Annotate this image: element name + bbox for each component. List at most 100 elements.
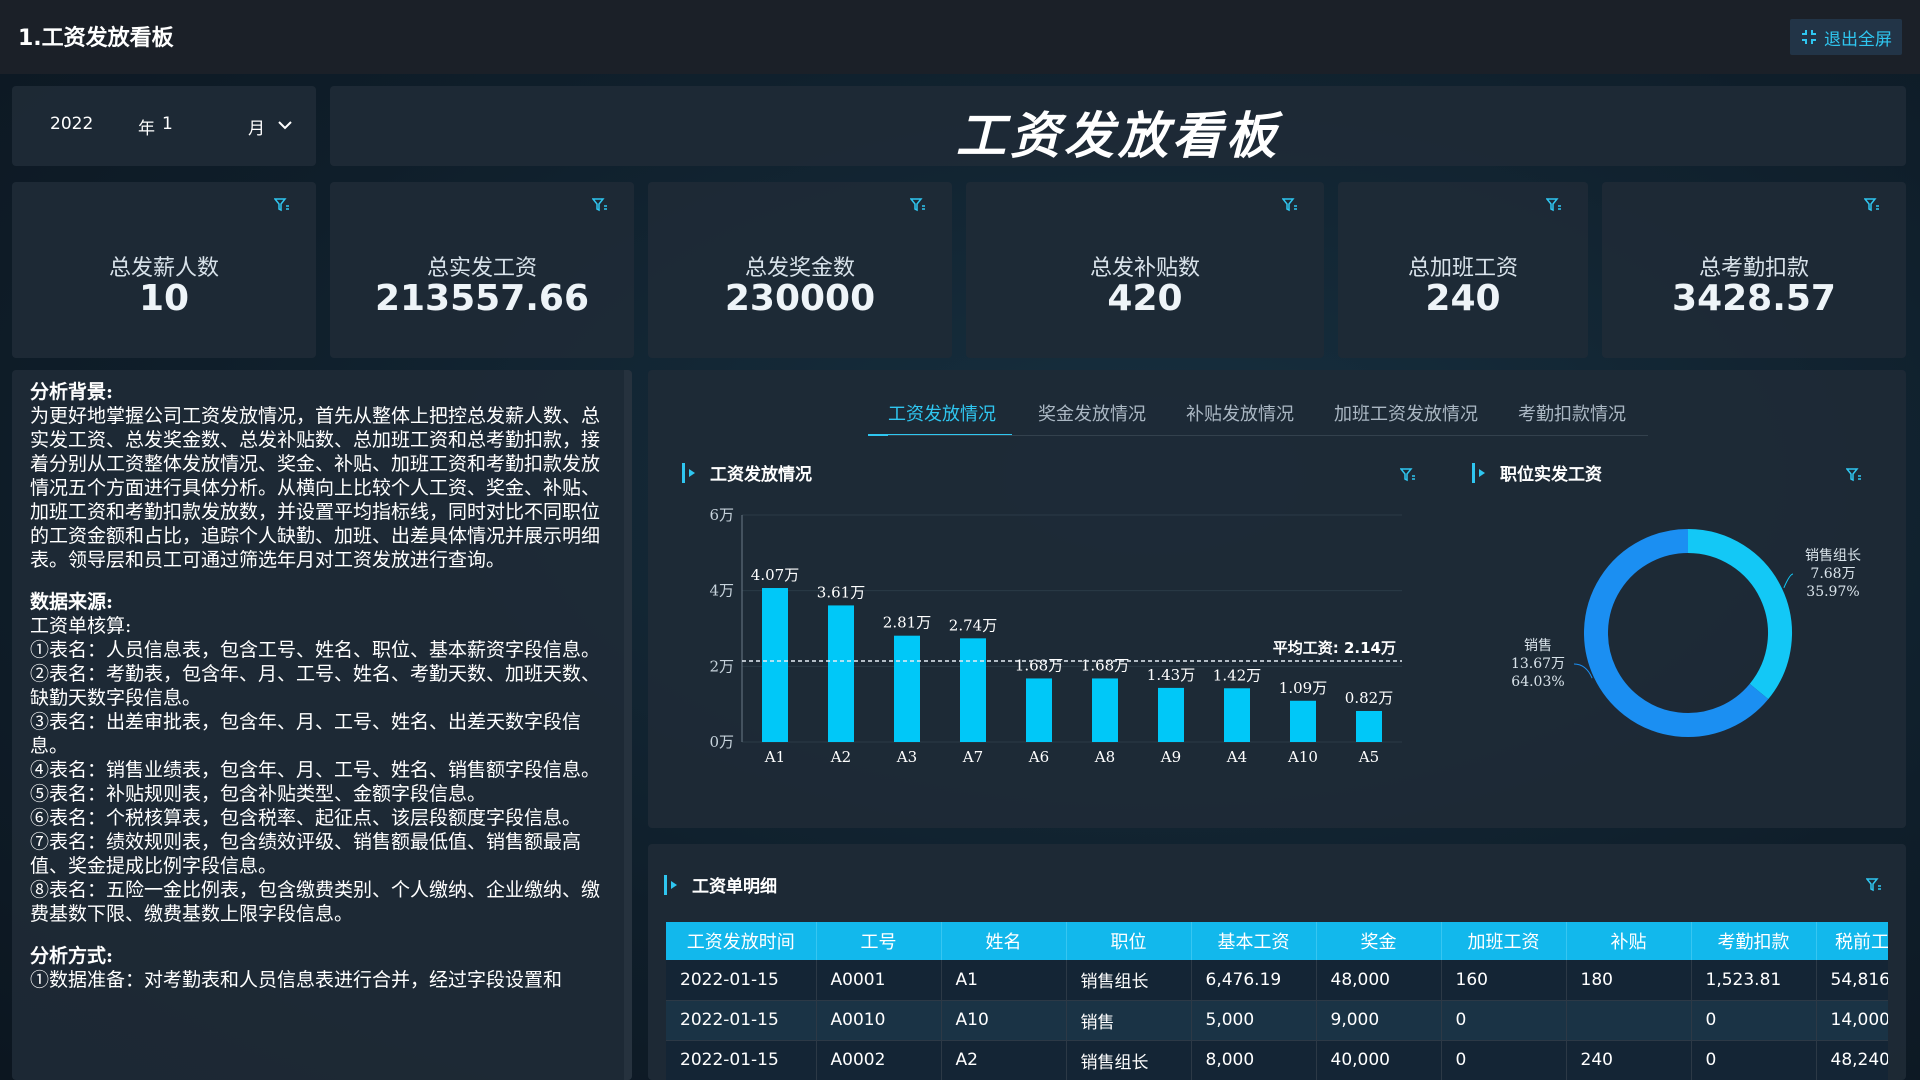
year-unit: 年	[138, 119, 155, 139]
donut-slice	[1687, 529, 1792, 700]
bar-section-header: 工资发放情况	[682, 460, 812, 485]
column-header[interactable]: 姓名	[941, 922, 1067, 960]
year-value: 2022	[50, 114, 94, 134]
banner-title: 工资发放看板	[956, 107, 1280, 165]
data-label: 2.81万	[883, 614, 931, 632]
filter-icon[interactable]	[1846, 468, 1862, 482]
month-value: 1	[162, 114, 173, 134]
bar	[894, 635, 920, 742]
date-selector[interactable]: 2022 年 1 月	[12, 86, 316, 166]
background-text: 为更好地掌握公司工资发放情况，首先从整体上把控总发薪人数、总实发工资、总发奖金数…	[30, 405, 601, 571]
position-donut-chart: 销售组长 7.68万 35.97% 销售 13.67万 64.03%	[1511, 529, 1861, 737]
month-unit: 月	[248, 119, 265, 139]
table-cell: 0	[1691, 1040, 1817, 1080]
description-panel: 分析背景: 为更好地掌握公司工资发放情况，首先从整体上把控总发薪人数、总实发工资…	[12, 370, 632, 1080]
table-row[interactable]: 2022-01-15 A0010 A10 销售 5,000 9,000 0 0 14,000	[666, 1000, 1888, 1041]
column-header[interactable]: 工号	[816, 922, 942, 960]
filter-icon[interactable]	[1400, 468, 1416, 482]
filter-icon[interactable]	[1866, 878, 1882, 892]
kpi-value: 10	[138, 278, 190, 319]
tab-0[interactable]: 工资发放情况	[888, 400, 996, 426]
data-label: 2.74万	[949, 616, 997, 634]
source-line: ④表名：销售业绩表，包含年、月、工号、姓名、销售额字段信息。	[30, 759, 601, 781]
table-cell: 5,000	[1191, 1000, 1317, 1041]
table-cell: 0	[1441, 1040, 1567, 1080]
app-title: 1.工资发放看板	[18, 26, 174, 51]
column-header[interactable]: 奖金	[1316, 922, 1442, 960]
kpi-value: 213557.66	[374, 278, 590, 319]
banner: 工资发放看板	[330, 86, 1906, 166]
leader-line	[1783, 573, 1794, 588]
table-cell: A0001	[816, 960, 942, 1001]
bar	[1092, 678, 1118, 742]
bar-section-title: 工资发放情况	[710, 465, 812, 485]
donut-section-title: 职位实发工资	[1500, 465, 1602, 485]
table-panel: 工资单明细 工资发放时间工号姓名职位基本工资奖金加班工资补贴考勤扣款税前工资 2…	[648, 844, 1906, 1080]
table-cell: 240	[1566, 1040, 1692, 1080]
table-row[interactable]: 2022-01-15 A0002 A2 销售组长 8,000 40,000 0 240 0 48,…	[666, 1040, 1888, 1080]
filter-icon[interactable]	[592, 198, 608, 212]
bar	[960, 638, 986, 742]
salary-table: 工资发放时间工号姓名职位基本工资奖金加班工资补贴考勤扣款税前工资 2022-01…	[666, 922, 1888, 1080]
bar	[1224, 688, 1250, 742]
filter-icon[interactable]	[274, 198, 290, 212]
dashboard-canvas: 2022 年 1 月 工资发放看板 总发薪人数 10 总实发工资 213557.66 总…	[0, 74, 1920, 1080]
method-title: 分析方式:	[30, 945, 114, 967]
slice-label: 35.97%	[1806, 584, 1859, 600]
bar	[762, 588, 788, 742]
kpi-card: 总发补贴数 420	[966, 182, 1324, 358]
column-header[interactable]: 税前工资	[1816, 922, 1888, 960]
background-title: 分析背景:	[30, 381, 114, 403]
column-header[interactable]: 考勤扣款	[1691, 922, 1817, 960]
x-tick-label: A8	[1094, 748, 1115, 766]
table-cell: 1,523.81	[1691, 960, 1817, 1001]
exit-fullscreen-label: 退出全屏	[1824, 29, 1892, 50]
filter-icon[interactable]	[910, 198, 926, 212]
top-bar: 1.工资发放看板 退出全屏	[0, 0, 1920, 74]
x-tick-label: A9	[1160, 748, 1181, 766]
description-scrollbar[interactable]	[624, 370, 632, 1080]
column-header[interactable]: 工资发放时间	[666, 922, 817, 960]
tab-1[interactable]: 奖金发放情况	[1038, 400, 1146, 426]
column-header[interactable]: 加班工资	[1441, 922, 1567, 960]
table-cell: 2022-01-15	[666, 960, 817, 1001]
table-cell: 180	[1566, 960, 1692, 1001]
chart-panel: 工资发放情况 奖金发放情况 补贴发放情况 加班工资发放情况 考勤扣款情况 工资发放情况 …	[648, 370, 1906, 828]
bar	[1290, 700, 1316, 742]
source-line: ①表名：人员信息表，包含工号、姓名、职位、基本薪资字段信息。	[30, 639, 601, 661]
exit-fullscreen-button[interactable]: 退出全屏	[1790, 19, 1902, 55]
column-header[interactable]: 基本工资	[1191, 922, 1317, 960]
filter-icon[interactable]	[1546, 198, 1562, 212]
x-tick-label: A4	[1226, 748, 1247, 766]
donut-slice	[1584, 529, 1769, 737]
bar	[1158, 687, 1184, 742]
x-tick-label: A7	[962, 748, 983, 766]
column-header[interactable]: 职位	[1066, 922, 1192, 960]
table-cell: 160	[1441, 960, 1567, 1001]
slice-label: 64.03%	[1511, 674, 1564, 690]
table-body: 2022-01-15 A0001 A1 销售组长 6,476.19 48,000 160 18…	[666, 960, 1888, 1080]
tab-2[interactable]: 补贴发放情况	[1186, 400, 1294, 426]
y-tick-label: 4万	[709, 582, 734, 600]
source-line: 工资单核算:	[30, 615, 132, 637]
average-label: 平均工资: 2.14万	[1273, 639, 1396, 657]
method-text: ①数据准备：对考勤表和人员信息表进行合并，经过字段设置和	[30, 969, 563, 991]
filter-icon[interactable]	[1864, 198, 1880, 212]
tab-3[interactable]: 加班工资发放情况	[1334, 400, 1478, 426]
kpi-value: 240	[1425, 278, 1501, 319]
table-cell: 8,000	[1191, 1040, 1317, 1080]
kpi-card: 总考勤扣款 3428.57	[1602, 182, 1906, 358]
filter-icon[interactable]	[1282, 198, 1298, 212]
x-tick-label: A1	[764, 748, 785, 766]
salary-table-wrapper[interactable]: 工资发放时间工号姓名职位基本工资奖金加班工资补贴考勤扣款税前工资 2022-01…	[666, 922, 1888, 1080]
table-cell: A2	[941, 1040, 1067, 1080]
table-row[interactable]: 2022-01-15 A0001 A1 销售组长 6,476.19 48,000 160 18…	[666, 960, 1888, 1001]
column-header[interactable]: 补贴	[1566, 922, 1692, 960]
table-cell: 0	[1691, 1000, 1817, 1041]
data-label: 3.61万	[817, 583, 865, 601]
tab-4[interactable]: 考勤扣款情况	[1518, 400, 1626, 426]
data-label: 1.68万	[1015, 656, 1063, 674]
chevron-down-icon[interactable]	[278, 120, 292, 130]
slice-label: 销售	[1524, 638, 1552, 654]
table-section-title: 工资单明细	[692, 877, 777, 897]
